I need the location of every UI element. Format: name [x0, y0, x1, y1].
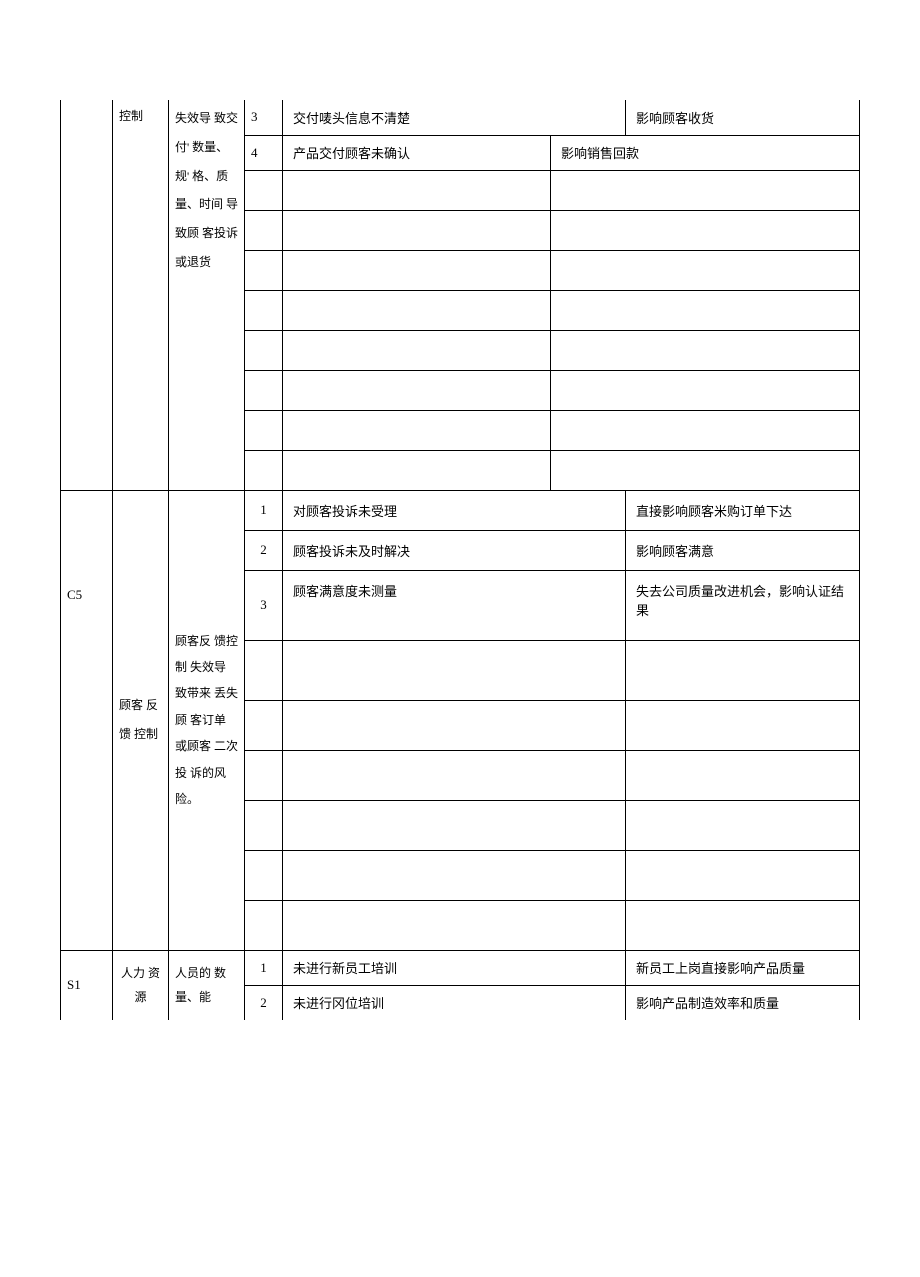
risk-table: 控制 失效导 致交付' 数量、规' 格、质 量、时间 导致顾 客投诉 或退货 3… [60, 100, 860, 1020]
cell-failure: 顾客反 馈控制 失效导 致带来 丢失顾 客订单 或顾客 二次投 诉的风 险。 [169, 490, 245, 950]
cell-empty [245, 640, 283, 700]
cell-empty [626, 800, 860, 850]
cell-effect: 影响顾客满意 [626, 530, 860, 570]
cell-empty [245, 330, 283, 370]
cell-category: 控制 [113, 100, 169, 490]
cell-empty [245, 700, 283, 750]
cell-empty [245, 410, 283, 450]
cell-code: S1 [61, 950, 113, 1020]
cell-empty [245, 800, 283, 850]
cell-empty [551, 410, 860, 450]
cell-issue: 对顾客投诉未受理 [283, 490, 626, 530]
cell-empty [283, 750, 626, 800]
cell-issue: 顾客满意度未测量 [283, 570, 626, 640]
cell-empty [551, 250, 860, 290]
cell-effect: 影响销售回款 [551, 135, 860, 170]
cell-empty [245, 290, 283, 330]
cell-empty [61, 700, 113, 950]
cell-num: 1 [245, 490, 283, 530]
cell-issue: 交付唛头信息不清楚 [283, 100, 626, 135]
table-row: S1 人力 资源 人员的 数量、能 1 未进行新员工培训 新员工上岗直接影响产品… [61, 950, 860, 985]
table-row: 控制 失效导 致交付' 数量、规' 格、质 量、时间 导致顾 客投诉 或退货 3… [61, 100, 860, 135]
cell-empty [283, 370, 551, 410]
cell-num: 3 [245, 100, 283, 135]
cell-empty [551, 450, 860, 490]
cell-num: 4 [245, 135, 283, 170]
cell-empty [283, 330, 551, 370]
cell-empty [245, 170, 283, 210]
cell-category: 人力 资源 [113, 950, 169, 1020]
cell-failure: 人员的 数量、能 [169, 950, 245, 1020]
cell-effect: 影响顾客收货 [626, 100, 860, 135]
cell-failure: 失效导 致交付' 数量、规' 格、质 量、时间 导致顾 客投诉 或退货 [169, 100, 245, 490]
cell-issue: 未进行新员工培训 [283, 950, 626, 985]
cell-category: 顾客 反馈 控制 [113, 490, 169, 950]
cell-empty [283, 170, 551, 210]
cell-issue: 产品交付顾客未确认 [283, 135, 551, 170]
cell-empty [245, 250, 283, 290]
cell-effect: 影响产品制造效率和质量 [626, 985, 860, 1020]
cell-effect: 失去公司质量改进机会，影响认证结果 [626, 570, 860, 640]
cell-empty [626, 900, 860, 950]
cell-empty [283, 290, 551, 330]
cell-empty [245, 210, 283, 250]
cell-empty [551, 210, 860, 250]
cell-effect: 直接影响顾客米购订单下达 [626, 490, 860, 530]
cell-empty [245, 450, 283, 490]
cell-empty [551, 290, 860, 330]
cell-empty [245, 850, 283, 900]
cell-empty [283, 250, 551, 290]
table-row: C5 顾客 反馈 控制 顾客反 馈控制 失效导 致带来 丢失顾 客订单 或顾客 … [61, 490, 860, 530]
cell-empty [626, 750, 860, 800]
cell-empty [283, 640, 626, 700]
cell-issue: 顾客投诉未及时解决 [283, 530, 626, 570]
cell-num: 2 [245, 985, 283, 1020]
cell-empty [283, 450, 551, 490]
cell-empty [626, 700, 860, 750]
cell-code [61, 100, 113, 490]
cell-empty [283, 850, 626, 900]
cell-num: 2 [245, 530, 283, 570]
cell-empty [551, 370, 860, 410]
cell-empty [245, 370, 283, 410]
cell-empty [283, 210, 551, 250]
cell-empty [626, 850, 860, 900]
cell-empty [245, 750, 283, 800]
cell-code: C5 [61, 490, 113, 700]
cell-empty [283, 800, 626, 850]
cell-empty [245, 900, 283, 950]
cell-empty [551, 330, 860, 370]
cell-effect: 新员工上岗直接影响产品质量 [626, 950, 860, 985]
cell-empty [626, 640, 860, 700]
cell-empty [283, 700, 626, 750]
cell-empty [283, 410, 551, 450]
cell-num: 1 [245, 950, 283, 985]
cell-empty [283, 900, 626, 950]
cell-issue: 未进行冈位培训 [283, 985, 626, 1020]
cell-empty [551, 170, 860, 210]
cell-num: 3 [245, 570, 283, 640]
